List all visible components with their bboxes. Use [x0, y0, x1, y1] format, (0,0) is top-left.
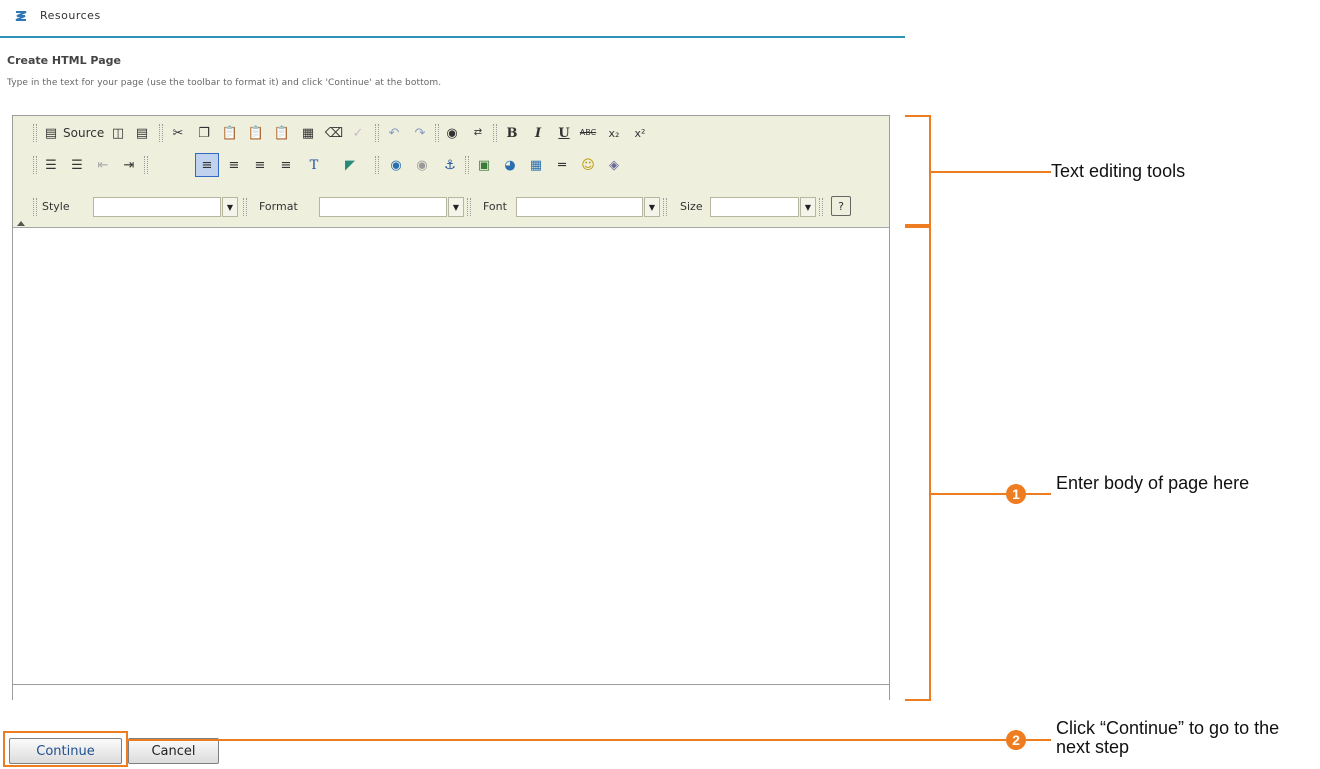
special-char-icon[interactable]: ◈: [603, 154, 625, 176]
format-label: Format: [259, 200, 298, 213]
eraser-icon[interactable]: ⌫: [323, 122, 345, 144]
justify-icon[interactable]: ≡: [275, 154, 297, 176]
style-select[interactable]: [93, 197, 221, 217]
bold-icon[interactable]: B: [501, 122, 523, 144]
format-select[interactable]: [319, 197, 447, 217]
size-label: Size: [680, 200, 703, 213]
continue-button[interactable]: Continue: [9, 738, 122, 764]
toolbar-separator: [493, 124, 497, 142]
toolbar-callout-line: [931, 171, 1051, 173]
spellcheck-icon[interactable]: ✓: [347, 122, 369, 144]
style-dropdown-arrow[interactable]: ▼: [222, 197, 238, 217]
image-icon[interactable]: ▣: [473, 154, 495, 176]
page-header: [0, 0, 905, 38]
format-dropdown-arrow[interactable]: ▼: [448, 197, 464, 217]
toolbar-separator: [375, 124, 379, 142]
paste-icon[interactable]: 📋: [219, 122, 241, 144]
toolbar-separator: [33, 156, 37, 174]
toolbar-collapse-icon[interactable]: [17, 221, 25, 226]
toolbar-separator: [144, 156, 148, 174]
align-left-icon[interactable]: ≡: [195, 153, 219, 177]
toolbar-annotation: Text editing tools: [1051, 161, 1186, 181]
bulleted-list-icon[interactable]: ☰: [66, 154, 88, 176]
help-icon[interactable]: ?: [831, 196, 851, 216]
align-right-icon[interactable]: ≡: [249, 154, 271, 176]
toolbar-separator: [243, 198, 247, 216]
align-center-icon[interactable]: ≡: [223, 154, 245, 176]
find-icon[interactable]: ◉: [441, 122, 463, 144]
text-color-icon[interactable]: T: [303, 154, 325, 176]
editor-statusbar: [13, 684, 889, 700]
step-2-badge: 2: [1006, 730, 1026, 750]
toolbar-separator: [375, 156, 379, 174]
flash-icon[interactable]: ◕: [499, 154, 521, 176]
source-icon[interactable]: ▤: [40, 122, 62, 144]
toolbar-separator: [33, 198, 37, 216]
toolbar-separator: [467, 198, 471, 216]
body-bracket: [905, 226, 931, 701]
strikethrough-icon[interactable]: ABC: [577, 122, 599, 144]
toolbar-separator: [465, 156, 469, 174]
select-all-icon[interactable]: ▦: [297, 122, 319, 144]
continue-callout-line: [128, 739, 1006, 741]
size-dropdown-arrow[interactable]: ▼: [800, 197, 816, 217]
editor-body[interactable]: [13, 228, 889, 684]
step-1-badge: 1: [1006, 484, 1026, 504]
unlink-icon[interactable]: ◉: [411, 154, 433, 176]
replace-icon[interactable]: ⇄: [467, 122, 489, 144]
style-label: Style: [42, 200, 70, 213]
continue-callout-line-2: [1026, 739, 1051, 741]
smiley-icon[interactable]: ☺: [577, 154, 599, 176]
italic-icon[interactable]: I: [527, 122, 549, 144]
copy-icon[interactable]: ❐: [193, 122, 215, 144]
editor-toolbar: ▤ Source ◫ ▤ ✂ ❐ 📋 📋 📋 ▦ ⌫ ✓ ↶ ↷ ◉ ⇄ B I…: [13, 116, 889, 228]
size-select[interactable]: [710, 197, 799, 217]
undo-icon[interactable]: ↶: [383, 122, 405, 144]
numbered-list-icon[interactable]: ☰: [40, 154, 62, 176]
cut-icon[interactable]: ✂: [167, 122, 189, 144]
toolbar-separator: [33, 124, 37, 142]
link-icon[interactable]: ◉: [385, 154, 407, 176]
underline-icon[interactable]: U: [553, 122, 575, 144]
source-button[interactable]: Source: [63, 126, 104, 140]
toolbar-separator: [435, 124, 439, 142]
resources-icon: [15, 11, 27, 21]
app-title: Resources: [40, 9, 101, 22]
instructions-text: Type in the text for your page (use the …: [7, 78, 442, 88]
font-dropdown-arrow[interactable]: ▼: [644, 197, 660, 217]
subscript-icon[interactable]: x₂: [603, 122, 625, 144]
outdent-icon[interactable]: ⇤: [92, 154, 114, 176]
toolbar-bracket: [905, 115, 931, 226]
toolbar-separator: [819, 198, 823, 216]
indent-icon[interactable]: ⇥: [118, 154, 140, 176]
font-select[interactable]: [516, 197, 643, 217]
toolbar-separator: [159, 124, 163, 142]
cancel-button[interactable]: Cancel: [128, 738, 219, 764]
paste-word-icon[interactable]: 📋: [271, 122, 293, 144]
body-annotation: Enter body of page here: [1056, 473, 1250, 493]
toolbar-separator: [663, 198, 667, 216]
background-color-icon[interactable]: ◤: [339, 154, 361, 176]
body-callout-line: [931, 493, 1006, 495]
templates-icon[interactable]: ◫: [107, 122, 129, 144]
body-callout-line-2: [1026, 493, 1051, 495]
paste-text-icon[interactable]: 📋: [245, 122, 267, 144]
redo-icon[interactable]: ↷: [409, 122, 431, 144]
superscript-icon[interactable]: x²: [629, 122, 651, 144]
horizontal-rule-icon[interactable]: ═: [551, 154, 573, 176]
continue-annotation: Click “Continue” to go to the next step: [1056, 718, 1280, 757]
page-title: Create HTML Page: [7, 54, 121, 67]
font-label: Font: [483, 200, 507, 213]
preview-icon[interactable]: ▤: [131, 122, 153, 144]
anchor-icon[interactable]: ⚓: [439, 154, 461, 176]
table-icon[interactable]: ▦: [525, 154, 547, 176]
